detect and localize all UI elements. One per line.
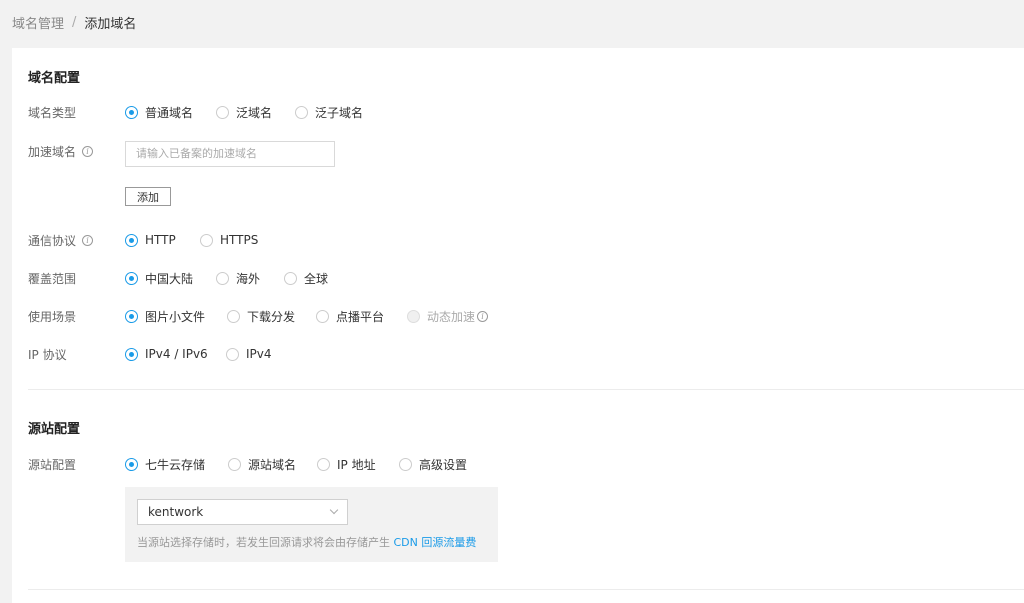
info-icon[interactable]: i (82, 234, 94, 246)
coverage-label: 覆盖范围 (28, 271, 77, 286)
breadcrumb-separator: / (72, 14, 77, 30)
chevron-down-icon (329, 505, 339, 515)
radio-protocol-https[interactable]: HTTPS (200, 233, 258, 247)
radio-dot[interactable] (216, 271, 229, 285)
domain-type-label: 域名类型 (28, 105, 77, 120)
radio-origin-ip[interactable]: IP 地址 (317, 456, 399, 473)
radio-dot[interactable] (226, 347, 239, 361)
radio-dot[interactable] (125, 457, 138, 471)
radio-scenario-download[interactable]: 下载分发 (227, 308, 316, 325)
bucket-select[interactable]: kentwork (137, 499, 348, 525)
origin-label: 源站配置 (28, 457, 77, 472)
radio-ip-dual[interactable]: IPv4 / IPv6 (125, 347, 226, 361)
radio-domain-type-wildcard-sub[interactable]: 泛子域名 (295, 104, 363, 121)
section-divider (28, 589, 1024, 590)
radio-dot[interactable] (125, 309, 138, 323)
radio-domain-type-wildcard[interactable]: 泛域名 (216, 104, 295, 121)
domain-section-title: 域名配置 (28, 71, 81, 86)
domain-type-row: 域名类型 普通域名 泛域名 泛子域名 (28, 102, 363, 122)
radio-dot[interactable] (227, 309, 240, 323)
radio-protocol-http[interactable]: HTTP (125, 233, 200, 247)
scenario-row: 使用场景 图片小文件 下载分发 点播平台 动态加速 i (28, 306, 489, 326)
scenario-label: 使用场景 (28, 309, 77, 324)
radio-dot (407, 309, 420, 323)
ip-protocol-row: IP 协议 IPv4 / IPv6 IPv4 (28, 344, 272, 364)
cdn-fee-link[interactable]: CDN 回源流量费 (394, 536, 477, 549)
radio-dot[interactable] (200, 233, 213, 247)
accel-domain-label: 加速域名 i (28, 143, 125, 160)
protocol-row: 通信协议 i HTTP HTTPS (28, 230, 258, 250)
coverage-row: 覆盖范围 中国大陆 海外 全球 (28, 268, 328, 288)
radio-dot[interactable] (125, 233, 138, 247)
radio-origin-advanced[interactable]: 高级设置 (399, 456, 467, 473)
breadcrumb-domain-management[interactable]: 域名管理 (12, 13, 64, 32)
add-domain-button[interactable]: 添加 (125, 187, 171, 206)
radio-origin-qiniu-storage[interactable]: 七牛云存储 (125, 456, 228, 473)
radio-coverage-global[interactable]: 全球 (284, 270, 328, 287)
radio-scenario-dynamic: 动态加速 i (407, 308, 489, 325)
radio-origin-domain[interactable]: 源站域名 (228, 456, 317, 473)
ip-protocol-label: IP 协议 (28, 347, 67, 362)
info-icon[interactable]: i (477, 310, 489, 322)
storage-panel: kentwork 当源站选择存储时，若发生回源请求将会由存储产生 CDN 回源流… (125, 487, 498, 562)
radio-domain-type-normal[interactable]: 普通域名 (125, 104, 216, 121)
section-divider (28, 389, 1024, 390)
radio-dot[interactable] (125, 271, 138, 285)
radio-coverage-mainland[interactable]: 中国大陆 (125, 270, 216, 287)
radio-ip-v4[interactable]: IPv4 (226, 347, 272, 361)
bucket-select-value: kentwork (148, 505, 204, 519)
radio-dot[interactable] (216, 105, 229, 119)
origin-fee-note: 当源站选择存储时，若发生回源请求将会由存储产生 CDN 回源流量费 (137, 536, 477, 549)
radio-dot[interactable] (228, 457, 241, 471)
accel-domain-input[interactable] (125, 141, 335, 167)
breadcrumb: 域名管理 / 添加域名 (12, 12, 136, 32)
radio-dot[interactable] (125, 347, 138, 361)
radio-dot[interactable] (316, 309, 329, 323)
info-icon[interactable]: i (82, 145, 94, 157)
radio-dot[interactable] (295, 105, 308, 119)
radio-coverage-overseas[interactable]: 海外 (216, 270, 284, 287)
origin-row: 源站配置 七牛云存储 源站域名 IP 地址 高级设置 (28, 454, 467, 474)
radio-dot[interactable] (399, 457, 412, 471)
radio-dot[interactable] (317, 457, 330, 471)
form-card: 域名配置 域名类型 普通域名 泛域名 泛子域名 加速域名i 添加 通信协议i H… (12, 48, 1024, 603)
radio-dot[interactable] (284, 271, 297, 285)
accel-domain-row: 加速域名 i (28, 141, 125, 161)
radio-scenario-small-files[interactable]: 图片小文件 (125, 308, 227, 325)
radio-dot[interactable] (125, 105, 138, 119)
radio-scenario-vod[interactable]: 点播平台 (316, 308, 407, 325)
protocol-label: 通信协议 i (28, 232, 125, 249)
origin-section-title: 源站配置 (28, 422, 81, 437)
breadcrumb-current: 添加域名 (84, 16, 137, 32)
